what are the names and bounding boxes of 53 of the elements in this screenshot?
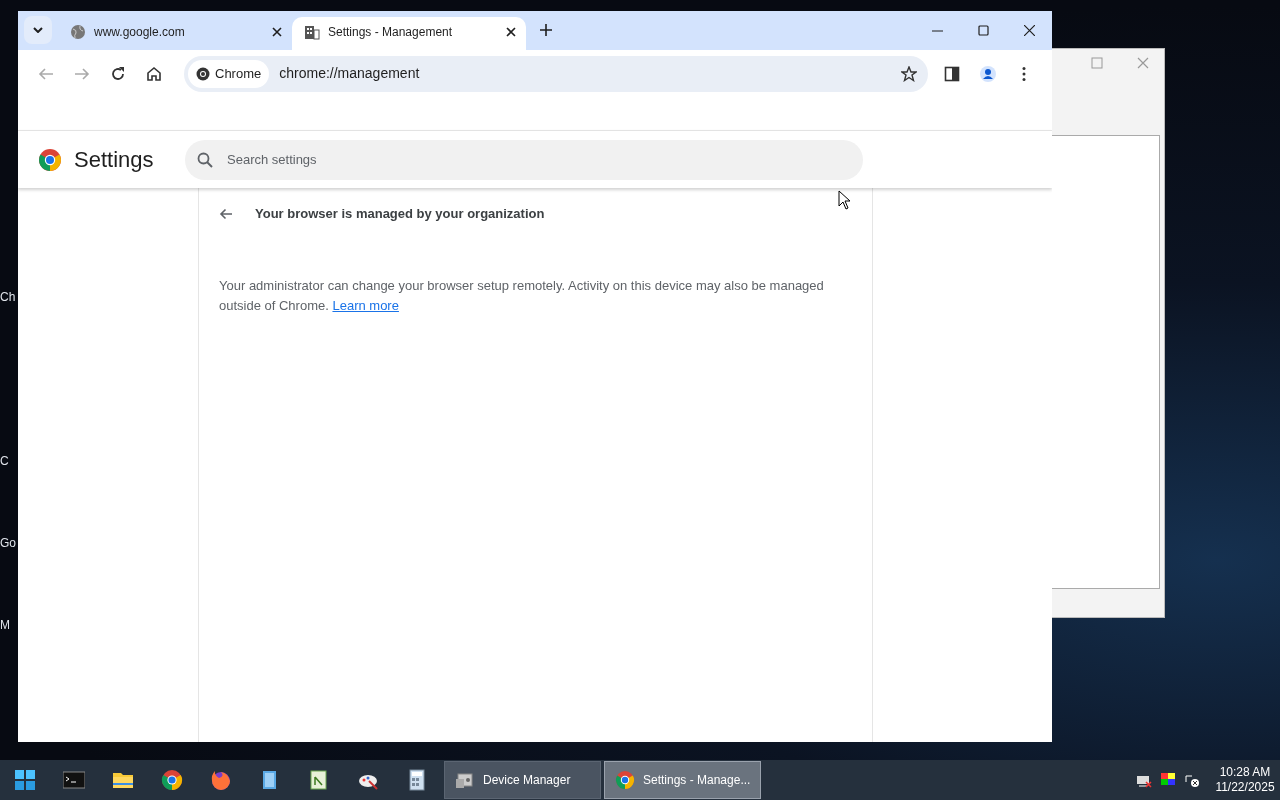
taskbar-window-button[interactable]: Settings - Manage... — [604, 761, 761, 799]
settings-title: Settings — [74, 146, 155, 174]
back-arrow-icon — [38, 65, 54, 82]
tab-title: www.google.com — [94, 23, 186, 41]
reload-icon — [110, 65, 126, 82]
back-arrow-icon — [219, 206, 233, 221]
page-heading: Your browser is managed by your organization — [255, 205, 545, 223]
clock[interactable]: 10:28 AM 11/22/2025 — [1210, 765, 1280, 795]
description-text: Your administrator can change your browser setup remotely. Activity on this device may also be managed outside of Chrome. Learn more — [219, 276, 825, 315]
tab-close-button[interactable] — [272, 26, 282, 37]
tab-search-button[interactable] — [24, 16, 52, 44]
side-panel-icon — [944, 65, 960, 82]
chrome-logo-icon — [38, 147, 62, 172]
notepad-plus-icon — [307, 769, 330, 791]
forward-arrow-icon — [74, 65, 90, 82]
start-icon — [13, 769, 36, 791]
browser-tab[interactable]: www.google.com — [58, 17, 292, 50]
home-icon — [146, 65, 162, 82]
chrome-logo-icon — [615, 770, 635, 790]
close-icon — [272, 26, 282, 37]
desktop-icon-label: Ch — [0, 289, 16, 306]
terminal-icon — [62, 769, 85, 791]
chrome-logo-icon — [196, 66, 210, 81]
mouse-cursor-icon — [838, 190, 851, 210]
taskbar-window-button[interactable]: Device Manager — [444, 761, 601, 799]
close-icon — [1023, 25, 1035, 36]
address-bar-url[interactable]: chrome://management — [269, 63, 894, 84]
search-field[interactable]: Search settings — [185, 139, 863, 180]
desktop-icon-label: Go — [0, 535, 16, 552]
learn-more-link[interactable]: Learn more — [332, 297, 399, 313]
back-button[interactable] — [219, 206, 233, 221]
globe-icon — [70, 23, 86, 40]
close-icon — [506, 26, 516, 37]
sync-off-icon[interactable] — [1184, 772, 1200, 788]
device-manager-icon — [455, 771, 475, 789]
clock-time: 10:28 AM — [1218, 765, 1272, 780]
color-display-icon[interactable] — [1160, 772, 1176, 788]
person-icon — [980, 65, 996, 82]
tab-close-button[interactable] — [506, 26, 516, 37]
fox-icon — [209, 769, 232, 791]
close-icon[interactable] — [1137, 57, 1149, 69]
desktop-icon-label: C — [0, 453, 9, 470]
maximize-icon — [977, 25, 989, 36]
clock-date: 11/22/2025 — [1214, 780, 1276, 795]
site-chip[interactable]: Chrome — [188, 59, 270, 88]
chrome-logo-icon — [160, 769, 183, 791]
desktop-icon-label: M — [0, 617, 10, 634]
star-icon — [901, 65, 917, 82]
building-icon — [304, 23, 320, 40]
tab-title: Settings - Management — [328, 23, 454, 41]
browser-tab[interactable]: Settings - Management — [292, 17, 526, 50]
chevron-down-icon — [33, 27, 43, 33]
plus-icon — [540, 24, 552, 36]
